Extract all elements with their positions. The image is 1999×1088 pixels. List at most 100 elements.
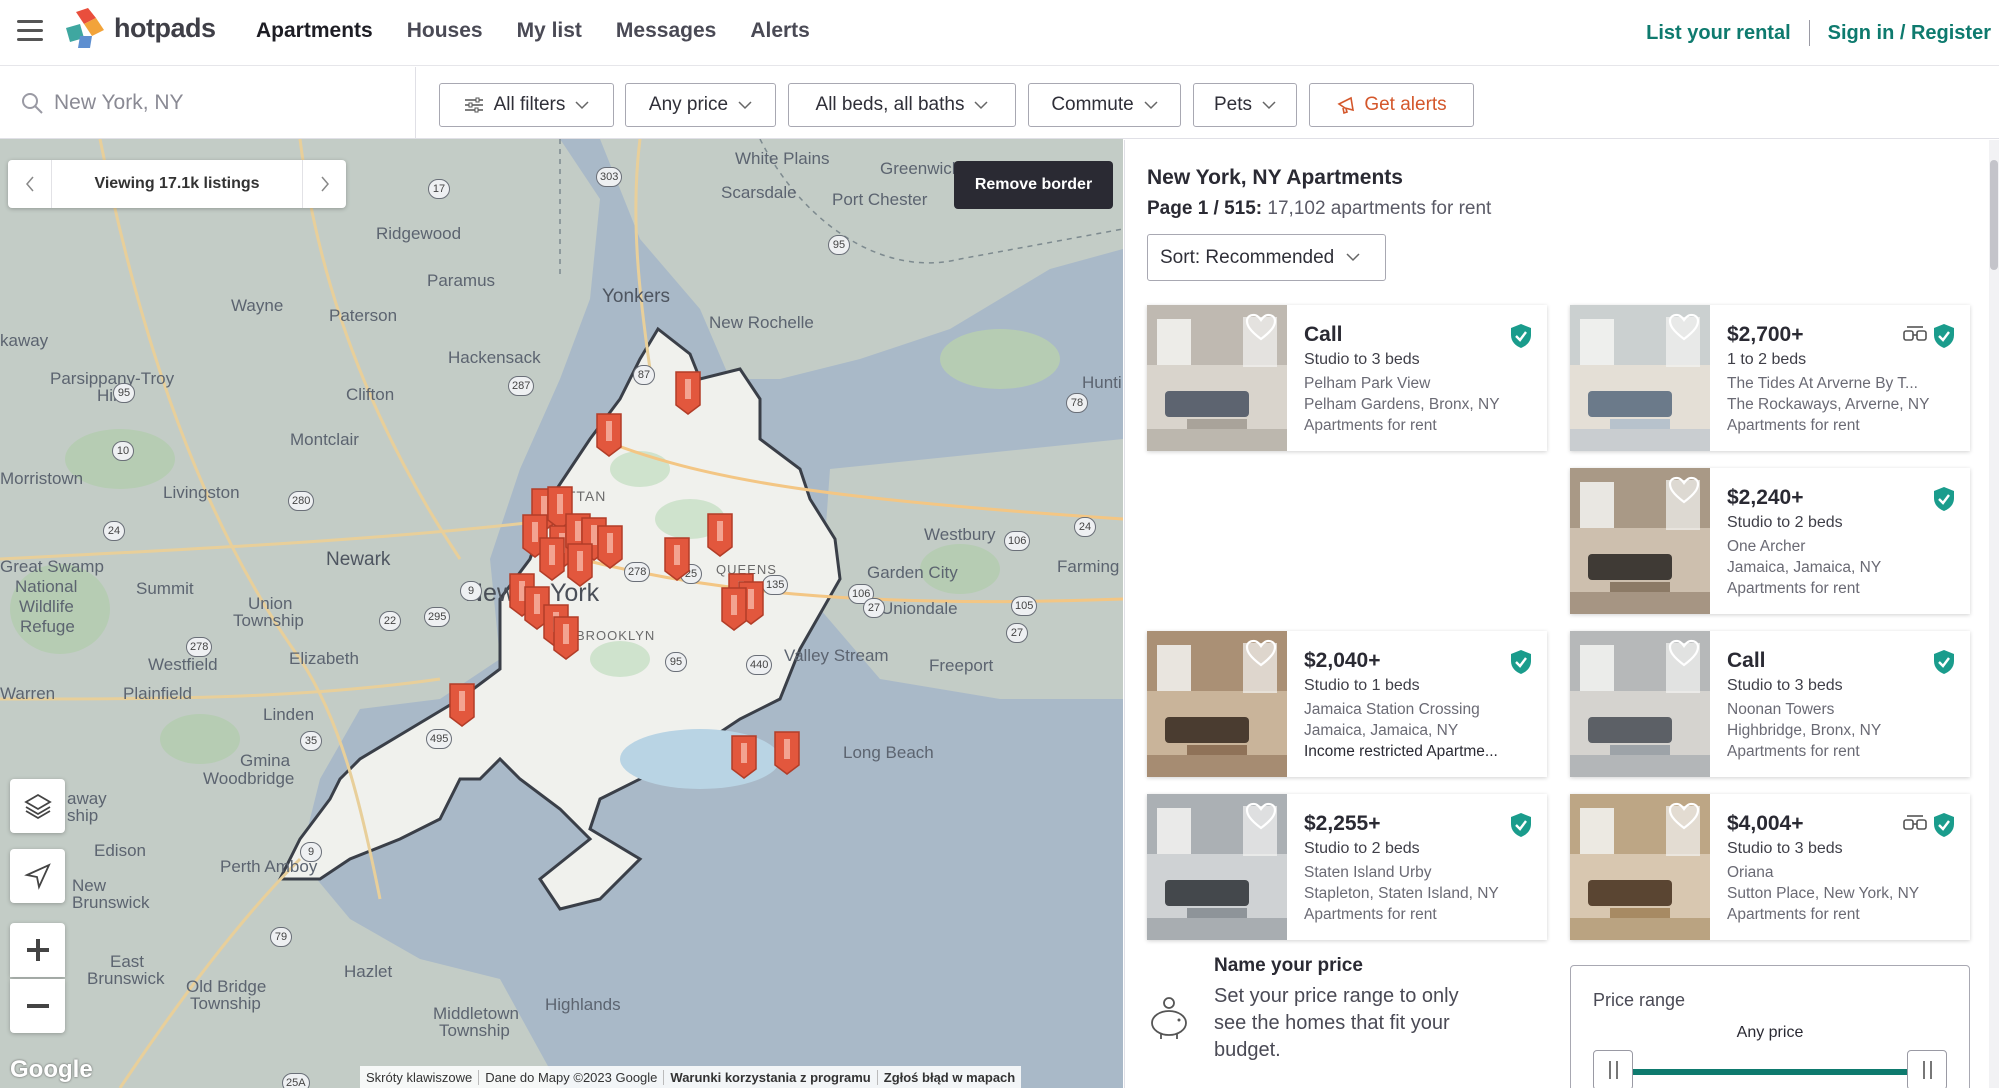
verified-shield-icon	[1934, 650, 1954, 674]
map-label: Livingston	[163, 483, 240, 502]
listing-map-pin[interactable]	[595, 411, 623, 457]
listing-map-pin[interactable]	[552, 614, 580, 660]
price-max-handle[interactable]	[1907, 1050, 1947, 1088]
listing-map-pin[interactable]	[538, 535, 566, 581]
listing-name: Pelham Park View	[1304, 375, 1431, 392]
listing-card[interactable]: $2,700+ 1 to 2 beds The Tides At Arverne B…	[1570, 305, 1970, 451]
map-label: Gmina	[240, 751, 291, 770]
favorite-heart-icon[interactable]	[1668, 313, 1700, 341]
listing-map-pin[interactable]	[773, 729, 801, 775]
list-rental-link[interactable]: List your rental	[1646, 22, 1790, 45]
favorite-heart-icon[interactable]	[1245, 802, 1277, 830]
listing-price: $2,255+	[1304, 812, 1381, 835]
price-range-track[interactable]	[1611, 1069, 1929, 1075]
all-filters-button[interactable]: All filters	[439, 83, 614, 127]
listing-map-pin[interactable]	[596, 523, 624, 569]
road-shield: 278	[186, 637, 213, 657]
terms-link[interactable]: Warunki korzystania z programu	[664, 1069, 878, 1085]
listing-card[interactable]: Call Studio to 3 beds Pelham Park View Pelh…	[1147, 305, 1547, 451]
bell-icon	[1337, 96, 1355, 115]
beds-filter-label: All beds, all baths	[815, 94, 965, 115]
listing-name: Noonan Towers	[1727, 701, 1835, 718]
commute-filter-button[interactable]: Commute	[1028, 83, 1181, 127]
hotpads-logo[interactable]: hotpads	[62, 6, 216, 50]
search-input[interactable]	[54, 91, 394, 115]
zoom-in-button[interactable]	[10, 923, 65, 977]
chevron-left-icon	[25, 176, 34, 192]
favorite-heart-icon[interactable]	[1668, 802, 1700, 830]
map-label: Paterson	[329, 306, 398, 325]
road-shield: 95	[113, 383, 135, 403]
map-label: Long Beach	[843, 743, 934, 762]
listing-card[interactable]: $2,240+ Studio to 2 beds One Archer Jamaica…	[1570, 468, 1970, 614]
my-location-button[interactable]	[10, 849, 65, 903]
next-listings-button[interactable]	[302, 160, 346, 208]
road-shield: 24	[1074, 517, 1096, 537]
menu-icon[interactable]	[17, 20, 43, 42]
map-label: Highlands	[545, 995, 621, 1014]
listing-map-pin[interactable]	[730, 733, 758, 779]
chevron-right-icon	[320, 176, 329, 192]
nav-my-list[interactable]: My list	[517, 19, 582, 43]
viewing-count: Viewing 17.1k listings	[94, 175, 260, 192]
listing-map-pin[interactable]	[674, 369, 702, 415]
listing-map-pin[interactable]	[706, 511, 734, 557]
nav-messages[interactable]: Messages	[616, 19, 716, 43]
road-shield: 106	[1004, 531, 1031, 551]
listing-name: Staten Island Urby	[1304, 864, 1432, 881]
chevron-down-icon	[738, 100, 752, 109]
search-box	[0, 67, 416, 139]
favorite-heart-icon[interactable]	[1668, 476, 1700, 504]
map-label: Ridgewood	[376, 224, 462, 243]
map-layers-button[interactable]	[10, 779, 65, 833]
road-shield: 278	[624, 562, 651, 582]
beds-filter-button[interactable]: All beds, all baths	[788, 83, 1016, 127]
nav-alerts[interactable]: Alerts	[750, 19, 810, 43]
road-shield: 22	[379, 611, 401, 631]
verified-shield-icon	[1511, 650, 1531, 674]
nav-houses[interactable]: Houses	[407, 19, 483, 43]
map-attribution: Skróty klawiszowe Dane do Mapy ©2023 Goo…	[360, 1066, 1022, 1088]
price-filter-button[interactable]: Any price	[625, 83, 776, 127]
favorite-heart-icon[interactable]	[1668, 639, 1700, 667]
listing-card[interactable]: $2,040+ Studio to 1 beds Jamaica Station C…	[1147, 631, 1547, 777]
previous-listings-button[interactable]	[8, 160, 52, 208]
get-alerts-button[interactable]: Get alerts	[1309, 83, 1474, 127]
listing-map-pin[interactable]	[448, 681, 476, 727]
map-view[interactable]: White Plains Greenwich Scarsdale Port Ch…	[0, 139, 1123, 1088]
zoom-out-button[interactable]	[10, 979, 65, 1033]
sort-dropdown[interactable]: Sort: Recommended	[1147, 234, 1386, 281]
sign-in-link[interactable]: Sign in / Register	[1828, 22, 1991, 45]
road-shield: 495	[426, 729, 453, 749]
page-indicator: Page 1 / 515:	[1147, 198, 1263, 219]
favorite-heart-icon[interactable]	[1245, 313, 1277, 341]
listing-card[interactable]: Call Studio to 3 beds Noonan Towers Highbri…	[1570, 631, 1970, 777]
results-scrollbar[interactable]	[1989, 140, 1999, 1088]
search-icon	[22, 93, 43, 114]
main-nav: Apartments Houses My list Messages Alert…	[256, 19, 810, 43]
price-min-handle[interactable]	[1593, 1050, 1633, 1088]
piggy-bank-icon	[1151, 997, 1187, 1039]
pets-filter-button[interactable]: Pets	[1193, 83, 1297, 127]
nav-apartments[interactable]: Apartments	[256, 19, 373, 43]
map-label: Freeport	[929, 656, 994, 675]
map-label: Brunswick	[87, 969, 165, 988]
listing-map-pin[interactable]	[663, 535, 691, 581]
map-label: Montclair	[290, 430, 359, 449]
listing-card[interactable]: $2,255+ Studio to 2 beds Staten Island Urb…	[1147, 794, 1547, 940]
scrollbar-thumb[interactable]	[1990, 160, 1998, 270]
road-shield: 9	[460, 581, 482, 601]
keyboard-shortcuts-link[interactable]: Skróty klawiszowe	[360, 1069, 480, 1085]
road-shield: 27	[863, 598, 885, 618]
listing-map-pin[interactable]	[566, 541, 594, 587]
listing-map-pin[interactable]	[720, 585, 748, 631]
report-error-link[interactable]: Zgłoś błąd w mapach	[878, 1070, 1021, 1085]
map-label: Plainfield	[123, 684, 192, 703]
map-label: Elizabeth	[289, 649, 359, 668]
divider	[1808, 20, 1810, 46]
listing-location: Pelham Gardens, Bronx, NY	[1304, 396, 1500, 413]
listing-card[interactable]: $4,004+ Studio to 3 beds Oriana Sutton Plac…	[1570, 794, 1970, 940]
favorite-heart-icon[interactable]	[1245, 639, 1277, 667]
remove-border-button[interactable]: Remove border	[954, 161, 1113, 209]
map-label: Greenwich	[880, 159, 962, 178]
